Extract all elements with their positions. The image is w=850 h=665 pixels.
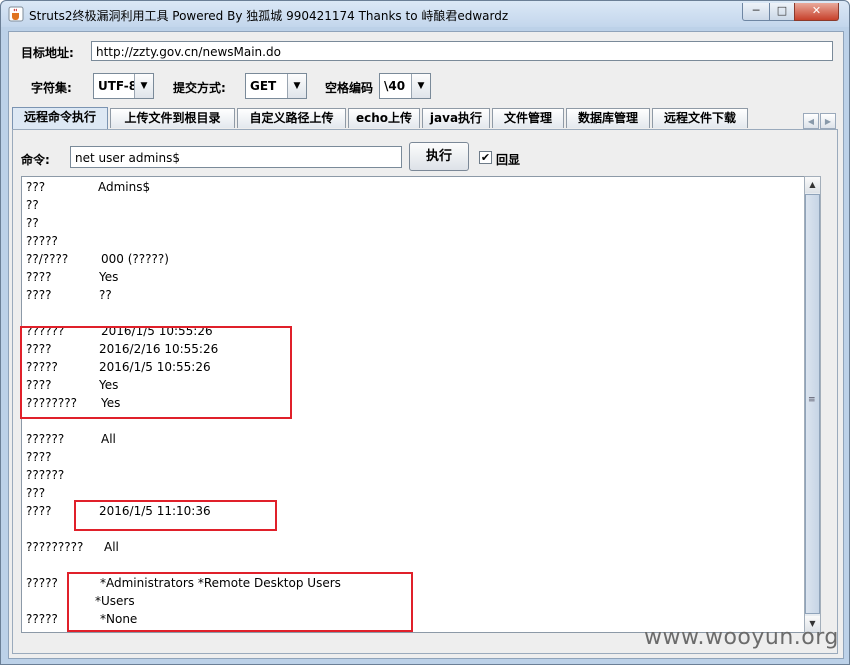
tab-file-manager[interactable]: 文件管理 xyxy=(492,108,564,128)
space-encoding-label: 空格编码 xyxy=(325,81,374,95)
tab-scroll-right-icon[interactable]: ▶ xyxy=(820,113,836,129)
command-label: 命令: xyxy=(21,153,50,167)
output-key: ???? xyxy=(26,288,52,302)
command-input[interactable]: net user admins$ xyxy=(70,146,402,168)
tab-upload-root[interactable]: 上传文件到根目录 xyxy=(110,108,235,128)
tab-scroll-left-icon[interactable]: ◀ xyxy=(803,113,819,129)
window-title: Struts2终极漏洞利用工具 Powered By 独孤城 990421174… xyxy=(29,9,509,23)
output-key: ?????? xyxy=(26,468,65,482)
output-key: ?? xyxy=(26,198,39,212)
charset-label: 字符集: xyxy=(31,81,72,95)
output-key: ???? xyxy=(26,270,52,284)
charset-value: UTF-8 xyxy=(98,79,138,93)
charset-select[interactable]: UTF-8 ▼ xyxy=(93,73,154,99)
target-address-label: 目标地址: xyxy=(21,46,74,60)
output-key: ????????? xyxy=(26,540,84,554)
output-value: All xyxy=(104,540,119,554)
highlight-box-last-logon xyxy=(74,500,277,531)
space-encoding-value: \40 xyxy=(384,79,406,93)
output-value: 000 (?????) xyxy=(101,252,169,266)
maximize-button[interactable]: □ xyxy=(769,3,795,21)
highlight-box-dates xyxy=(20,326,292,419)
minimize-button[interactable]: ─ xyxy=(742,3,770,21)
output-key: ????? xyxy=(26,612,58,626)
output-value: Admins$ xyxy=(98,180,151,194)
grip-icon: ≡ xyxy=(808,395,816,405)
output-key: ?????? xyxy=(26,432,65,446)
tab-database-manager[interactable]: 数据库管理 xyxy=(566,108,650,128)
output-key: ????? xyxy=(26,234,58,248)
output-key: ???? xyxy=(26,450,52,464)
output-key: ?? xyxy=(26,216,39,230)
output-value: ?? xyxy=(99,288,112,302)
tab-custom-path-upload[interactable]: 自定义路径上传 xyxy=(237,108,346,128)
execute-button[interactable]: 执行 xyxy=(409,142,469,171)
watermark: www.wooyun.org xyxy=(644,625,839,650)
tab-remote-download[interactable]: 远程文件下载 xyxy=(652,108,748,128)
highlight-box-groups xyxy=(67,572,413,632)
echo-checkbox[interactable]: ✔ xyxy=(479,151,492,164)
output-key: ??/???? xyxy=(26,252,69,266)
output-value: Yes xyxy=(99,270,119,284)
scroll-up-icon[interactable]: ▲ xyxy=(805,177,820,193)
echo-label: 回显 xyxy=(496,153,521,167)
java-coffee-icon xyxy=(8,6,24,22)
tab-echo-upload[interactable]: echo上传 xyxy=(348,108,420,128)
method-label: 提交方式: xyxy=(173,81,226,95)
chevron-down-icon[interactable]: ▼ xyxy=(411,74,430,98)
output-value: All xyxy=(101,432,116,446)
tab-remote-command[interactable]: 远程命令执行 xyxy=(12,107,108,129)
tab-java-exec[interactable]: java执行 xyxy=(422,108,490,128)
close-button[interactable]: ✕ xyxy=(794,3,839,21)
output-key: ??? xyxy=(26,180,46,194)
title-bar[interactable]: Struts2终极漏洞利用工具 Powered By 独孤城 990421174… xyxy=(1,1,849,27)
app-window: Struts2终极漏洞利用工具 Powered By 独孤城 990421174… xyxy=(0,0,850,665)
target-address-input[interactable]: http://zzty.gov.cn/newsMain.do xyxy=(91,41,833,61)
method-value: GET xyxy=(250,79,277,93)
chevron-down-icon[interactable]: ▼ xyxy=(134,74,153,98)
scrollbar-thumb[interactable]: ≡ xyxy=(805,194,820,614)
output-key: ??? xyxy=(26,486,46,500)
output-key: ????? xyxy=(26,576,58,590)
space-encoding-select[interactable]: \40 ▼ xyxy=(379,73,431,99)
output-scrollbar[interactable]: ▲ ≡ ▼ xyxy=(804,176,821,633)
method-select[interactable]: GET ▼ xyxy=(245,73,307,99)
chevron-down-icon[interactable]: ▼ xyxy=(287,74,306,98)
output-key: ???? xyxy=(26,504,52,518)
